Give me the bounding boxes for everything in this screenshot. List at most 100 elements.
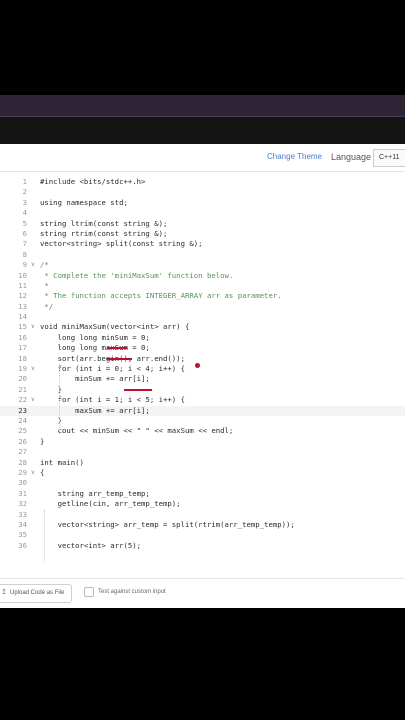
code-text: vector<string> arr_temp = split(rtrim(ar… bbox=[40, 519, 295, 529]
line-number: 27 bbox=[18, 447, 27, 457]
code-text: for (int i = 1; i < 5; i++) { bbox=[40, 395, 185, 405]
code-area[interactable]: 1 #include <bits/stdc++.h> 2 3 using namespa… bbox=[0, 177, 405, 551]
code-line[interactable]: 34 vector<string> arr_temp = split(rtrim… bbox=[0, 520, 405, 530]
video-bottom-letterbox bbox=[0, 608, 405, 720]
code-text: * Complete the 'miniMaxSum' function bel… bbox=[40, 270, 234, 280]
fold-chevron-icon[interactable]: ∨ bbox=[31, 468, 35, 478]
upload-icon: ↥ bbox=[1, 589, 7, 596]
line-number: 9 bbox=[22, 260, 27, 270]
line-number: 34 bbox=[18, 519, 27, 529]
line-number: 6 bbox=[22, 228, 27, 238]
code-line[interactable]: 2 bbox=[0, 187, 405, 197]
code-text: /* bbox=[40, 260, 49, 270]
code-line[interactable]: 36 vector<int> arr(5); bbox=[0, 541, 405, 551]
code-line[interactable]: 9 ∨ /* bbox=[0, 260, 405, 270]
line-number: 8 bbox=[22, 249, 27, 259]
code-text: * bbox=[40, 280, 49, 290]
code-line[interactable]: 16 long long minSum = 0; bbox=[0, 333, 405, 343]
code-line[interactable]: 11 * bbox=[0, 281, 405, 291]
code-line[interactable]: 24 } bbox=[0, 416, 405, 426]
code-line[interactable]: 25 cout << minSum << " " << maxSum << en… bbox=[0, 426, 405, 436]
annotation-underline bbox=[107, 347, 127, 349]
code-line[interactable]: 26} bbox=[0, 437, 405, 447]
code-line[interactable]: 18 sort(arr.begin(), arr.end()); bbox=[0, 354, 405, 364]
code-line[interactable]: 31 string arr_temp_temp; bbox=[0, 489, 405, 499]
line-number: 21 bbox=[18, 384, 27, 394]
line-number: 25 bbox=[18, 426, 27, 436]
browser-toolbar-dark bbox=[0, 117, 405, 144]
code-line[interactable]: 12 * The function accepts INTEGER_ARRAY … bbox=[0, 291, 405, 301]
line-number: 17 bbox=[18, 343, 27, 353]
line-number: 36 bbox=[18, 540, 27, 550]
editor-footer: ↥ Upload Code as File Test against custo… bbox=[0, 578, 405, 608]
fold-chevron-icon[interactable]: ∨ bbox=[31, 260, 35, 270]
code-text: minSum += arr[i]; bbox=[40, 374, 150, 384]
browser-bar bbox=[0, 95, 405, 117]
code-line[interactable]: 1 #include <bits/stdc++.h> bbox=[0, 177, 405, 187]
indent-guide bbox=[44, 510, 45, 562]
line-number: 2 bbox=[22, 187, 27, 197]
code-line[interactable]: 30 bbox=[0, 478, 405, 488]
code-line[interactable]: 21 } bbox=[0, 385, 405, 395]
code-line[interactable]: 5 string ltrim(const string &); bbox=[0, 219, 405, 229]
upload-code-button[interactable]: ↥ Upload Code as File bbox=[0, 584, 72, 603]
code-line[interactable]: 15 ∨ void miniMaxSum(vector<int> arr) { bbox=[0, 322, 405, 332]
annotation-underline bbox=[124, 389, 152, 391]
line-number: 18 bbox=[18, 353, 27, 363]
line-number: 30 bbox=[18, 478, 27, 488]
code-text: getline(cin, arr_temp_temp); bbox=[40, 499, 181, 509]
line-number: 35 bbox=[18, 530, 27, 540]
code-line[interactable]: 28 int main() bbox=[0, 458, 405, 468]
code-text: long long minSum = 0; bbox=[40, 332, 150, 342]
code-line[interactable]: 35 bbox=[0, 530, 405, 540]
editor-toolbar: Change Theme Language C++11 bbox=[0, 144, 405, 172]
code-line[interactable]: 3 using namespace std; bbox=[0, 198, 405, 208]
fold-chevron-icon[interactable]: ∨ bbox=[31, 395, 35, 405]
fold-chevron-icon[interactable]: ∨ bbox=[31, 364, 35, 374]
line-number: 31 bbox=[18, 488, 27, 498]
line-number: 7 bbox=[22, 239, 27, 249]
line-number: 28 bbox=[18, 457, 27, 467]
code-line[interactable]: 10 * Complete the 'miniMaxSum' function … bbox=[0, 271, 405, 281]
line-number: 22 bbox=[18, 395, 27, 405]
line-number: 24 bbox=[18, 415, 27, 425]
code-line[interactable]: 19 ∨ for (int i = 0; i < 4; i++) { bbox=[0, 364, 405, 374]
code-text: string rtrim(const string &); bbox=[40, 228, 168, 238]
line-number: 23 bbox=[18, 405, 27, 415]
fold-chevron-icon[interactable]: ∨ bbox=[31, 322, 35, 332]
code-text: long long maxSum = 0; bbox=[40, 343, 150, 353]
code-text: string ltrim(const string &); bbox=[40, 218, 168, 228]
code-line[interactable]: 23 maxSum += arr[i]; bbox=[0, 405, 405, 416]
line-number: 3 bbox=[22, 197, 27, 207]
code-line[interactable]: 20 minSum += arr[i]; bbox=[0, 374, 405, 384]
code-line[interactable]: 13 */ bbox=[0, 302, 405, 312]
code-line[interactable]: 17 long long maxSum = 0; bbox=[0, 343, 405, 353]
line-number: 5 bbox=[22, 218, 27, 228]
language-select[interactable]: C++11 bbox=[373, 149, 405, 167]
code-line[interactable]: 8 bbox=[0, 250, 405, 260]
line-number: 32 bbox=[18, 499, 27, 509]
code-line[interactable]: 33 bbox=[0, 510, 405, 520]
code-line[interactable]: 32 getline(cin, arr_temp_temp); bbox=[0, 499, 405, 509]
code-line[interactable]: 7 vector<string> split(const string &); bbox=[0, 239, 405, 249]
custom-input-checkbox[interactable] bbox=[84, 587, 94, 597]
code-line[interactable]: 27 bbox=[0, 447, 405, 457]
code-line[interactable]: 22 ∨ for (int i = 1; i < 5; i++) { bbox=[0, 395, 405, 405]
line-number: 14 bbox=[18, 312, 27, 322]
code-text: */ bbox=[40, 301, 54, 311]
code-line[interactable]: 4 bbox=[0, 208, 405, 218]
custom-input-label: Test against custom input bbox=[98, 589, 166, 595]
line-number: 15 bbox=[18, 322, 27, 332]
indent-guide bbox=[59, 364, 60, 434]
video-top-letterbox bbox=[0, 0, 405, 95]
line-number: 1 bbox=[22, 177, 27, 186]
line-number: 12 bbox=[18, 291, 27, 301]
code-line[interactable]: 6 string rtrim(const string &); bbox=[0, 229, 405, 239]
line-number: 13 bbox=[18, 301, 27, 311]
line-number: 19 bbox=[18, 364, 27, 374]
code-line[interactable]: 14 bbox=[0, 312, 405, 322]
code-text: } bbox=[40, 436, 45, 446]
code-line[interactable]: 29 ∨ { bbox=[0, 468, 405, 478]
code-text: #include <bits/stdc++.h> bbox=[40, 177, 146, 186]
change-theme-link[interactable]: Change Theme bbox=[267, 152, 322, 161]
